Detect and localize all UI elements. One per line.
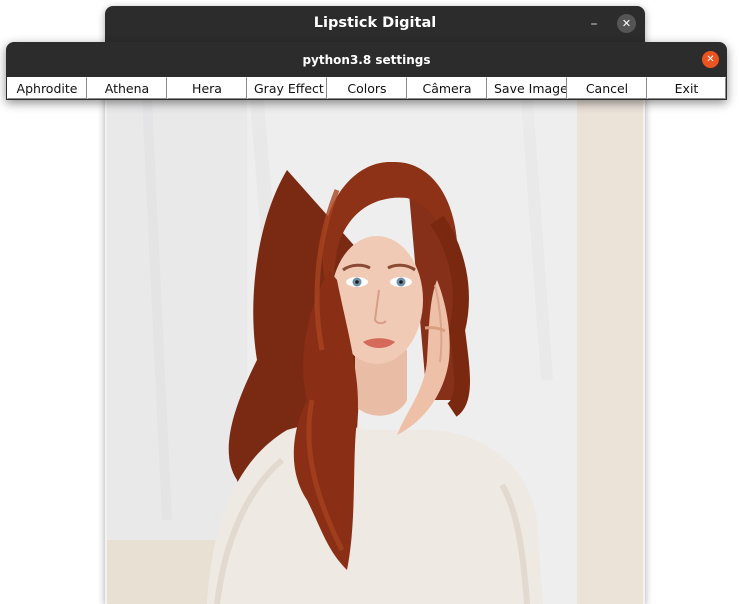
hera-button[interactable]: Hera (167, 77, 247, 99)
save-image-button[interactable]: Save Image (487, 77, 567, 99)
colors-button[interactable]: Colors (327, 77, 407, 99)
cancel-button[interactable]: Cancel (567, 77, 647, 99)
minimize-icon[interactable]: – (583, 14, 605, 34)
athena-button[interactable]: Athena (87, 77, 167, 99)
exit-button[interactable]: Exit (647, 77, 726, 99)
portrait-photo (107, 100, 643, 604)
camera-button[interactable]: Câmera (407, 77, 487, 99)
filter-toolbar: Aphrodite Athena Hera Gray Effect Colors… (7, 77, 726, 99)
close-icon[interactable]: ✕ (617, 14, 636, 33)
main-window-title: Lipstick Digital (313, 15, 437, 31)
main-titlebar[interactable]: Lipstick Digital – ✕ (105, 6, 645, 42)
gray-effect-button[interactable]: Gray Effect (247, 77, 327, 99)
settings-window-title: python3.8 settings (302, 53, 431, 67)
settings-window: python3.8 settings ✕ Aphrodite Athena He… (6, 42, 727, 100)
aphrodite-button[interactable]: Aphrodite (7, 77, 87, 99)
close-icon[interactable]: ✕ (702, 51, 719, 68)
